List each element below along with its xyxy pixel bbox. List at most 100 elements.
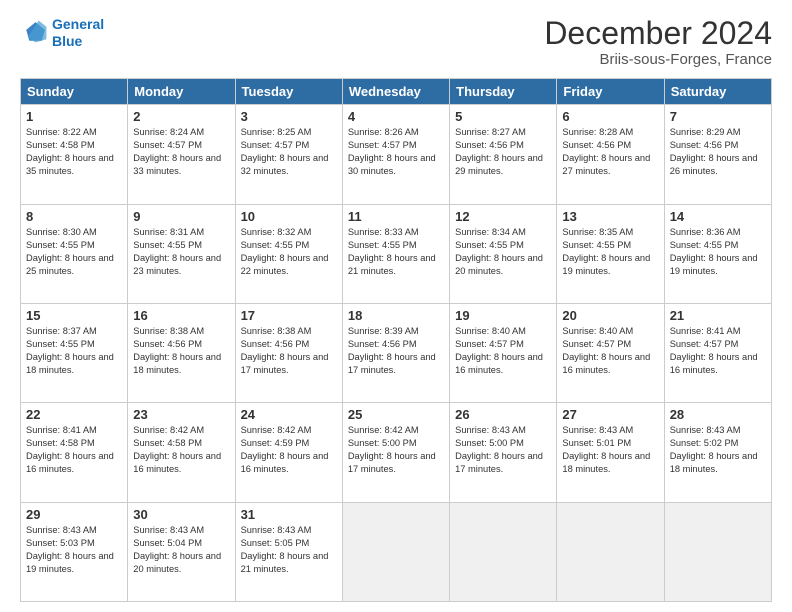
- day-info: Sunrise: 8:38 AMSunset: 4:56 PMDaylight:…: [241, 325, 337, 377]
- day-cell: 31 Sunrise: 8:43 AMSunset: 5:05 PMDayligh…: [235, 502, 342, 601]
- day-info: Sunrise: 8:43 AMSunset: 5:01 PMDaylight:…: [562, 424, 658, 476]
- week-row-1: 1 Sunrise: 8:22 AMSunset: 4:58 PMDaylight…: [21, 105, 772, 204]
- day-number: 1: [26, 109, 122, 124]
- day-cell: 14 Sunrise: 8:36 AMSunset: 4:55 PMDayligh…: [664, 204, 771, 303]
- day-cell: [557, 502, 664, 601]
- calendar-header-row: SundayMondayTuesdayWednesdayThursdayFrid…: [21, 79, 772, 105]
- day-info: Sunrise: 8:42 AMSunset: 4:59 PMDaylight:…: [241, 424, 337, 476]
- header: General Blue December 2024 Briis-sous-Fo…: [20, 16, 772, 68]
- day-number: 23: [133, 407, 229, 422]
- day-number: 25: [348, 407, 444, 422]
- day-info: Sunrise: 8:43 AMSunset: 5:03 PMDaylight:…: [26, 524, 122, 576]
- day-info: Sunrise: 8:25 AMSunset: 4:57 PMDaylight:…: [241, 126, 337, 178]
- day-cell: [342, 502, 449, 601]
- day-number: 19: [455, 308, 551, 323]
- day-info: Sunrise: 8:32 AMSunset: 4:55 PMDaylight:…: [241, 226, 337, 278]
- day-cell: 4Sunrise: 8:26 AMSunset: 4:57 PMDaylight…: [342, 105, 449, 204]
- day-number: 21: [670, 308, 766, 323]
- week-row-2: 8Sunrise: 8:30 AMSunset: 4:55 PMDaylight…: [21, 204, 772, 303]
- day-number: 15: [26, 308, 122, 323]
- day-cell: 7 Sunrise: 8:29 AMSunset: 4:56 PMDaylight…: [664, 105, 771, 204]
- logo-blue: Blue: [52, 33, 104, 50]
- day-info: Sunrise: 8:41 AMSunset: 4:58 PMDaylight:…: [26, 424, 122, 476]
- day-cell: 20Sunrise: 8:40 AMSunset: 4:57 PMDayligh…: [557, 303, 664, 402]
- day-number: 30: [133, 507, 229, 522]
- day-number: 7: [670, 109, 766, 124]
- week-row-3: 15Sunrise: 8:37 AMSunset: 4:55 PMDayligh…: [21, 303, 772, 402]
- day-info: Sunrise: 8:27 AMSunset: 4:56 PMDaylight:…: [455, 126, 551, 178]
- day-number: 27: [562, 407, 658, 422]
- day-info: Sunrise: 8:43 AMSunset: 5:02 PMDaylight:…: [670, 424, 766, 476]
- day-number: 2: [133, 109, 229, 124]
- day-cell: [664, 502, 771, 601]
- day-cell: 10 Sunrise: 8:32 AMSunset: 4:55 PMDayligh…: [235, 204, 342, 303]
- logo-general: General: [52, 16, 104, 32]
- day-cell: 16 Sunrise: 8:38 AMSunset: 4:56 PMDayligh…: [128, 303, 235, 402]
- day-cell: 29 Sunrise: 8:43 AMSunset: 5:03 PMDayligh…: [21, 502, 128, 601]
- day-cell: 5Sunrise: 8:27 AMSunset: 4:56 PMDaylight…: [450, 105, 557, 204]
- day-number: 22: [26, 407, 122, 422]
- logo-text: General Blue: [52, 16, 104, 50]
- col-header-monday: Monday: [128, 79, 235, 105]
- day-number: 8: [26, 209, 122, 224]
- day-info: Sunrise: 8:22 AMSunset: 4:58 PMDaylight:…: [26, 126, 122, 178]
- day-number: 24: [241, 407, 337, 422]
- logo: General Blue: [20, 16, 104, 50]
- day-cell: 25 Sunrise: 8:42 AMSunset: 5:00 PMDayligh…: [342, 403, 449, 502]
- day-info: Sunrise: 8:40 AMSunset: 4:57 PMDaylight:…: [562, 325, 658, 377]
- day-cell: 23 Sunrise: 8:42 AMSunset: 4:58 PMDayligh…: [128, 403, 235, 502]
- day-info: Sunrise: 8:40 AMSunset: 4:57 PMDaylight:…: [455, 325, 551, 377]
- day-cell: 8Sunrise: 8:30 AMSunset: 4:55 PMDaylight…: [21, 204, 128, 303]
- day-cell: 6 Sunrise: 8:28 AMSunset: 4:56 PMDaylight…: [557, 105, 664, 204]
- day-cell: 15Sunrise: 8:37 AMSunset: 4:55 PMDayligh…: [21, 303, 128, 402]
- day-number: 29: [26, 507, 122, 522]
- col-header-thursday: Thursday: [450, 79, 557, 105]
- day-info: Sunrise: 8:39 AMSunset: 4:56 PMDaylight:…: [348, 325, 444, 377]
- day-cell: 12 Sunrise: 8:34 AMSunset: 4:55 PMDayligh…: [450, 204, 557, 303]
- day-info: Sunrise: 8:38 AMSunset: 4:56 PMDaylight:…: [133, 325, 229, 377]
- day-info: Sunrise: 8:28 AMSunset: 4:56 PMDaylight:…: [562, 126, 658, 178]
- day-number: 14: [670, 209, 766, 224]
- day-cell: 27 Sunrise: 8:43 AMSunset: 5:01 PMDayligh…: [557, 403, 664, 502]
- day-number: 31: [241, 507, 337, 522]
- day-cell: 21 Sunrise: 8:41 AMSunset: 4:57 PMDayligh…: [664, 303, 771, 402]
- day-number: 16: [133, 308, 229, 323]
- day-number: 28: [670, 407, 766, 422]
- col-header-sunday: Sunday: [21, 79, 128, 105]
- day-info: Sunrise: 8:42 AMSunset: 4:58 PMDaylight:…: [133, 424, 229, 476]
- col-header-friday: Friday: [557, 79, 664, 105]
- day-cell: 28 Sunrise: 8:43 AMSunset: 5:02 PMDayligh…: [664, 403, 771, 502]
- day-info: Sunrise: 8:36 AMSunset: 4:55 PMDaylight:…: [670, 226, 766, 278]
- day-info: Sunrise: 8:35 AMSunset: 4:55 PMDaylight:…: [562, 226, 658, 278]
- day-info: Sunrise: 8:43 AMSunset: 5:04 PMDaylight:…: [133, 524, 229, 576]
- logo-icon: [20, 19, 48, 47]
- day-info: Sunrise: 8:33 AMSunset: 4:55 PMDaylight:…: [348, 226, 444, 278]
- day-cell: 24 Sunrise: 8:42 AMSunset: 4:59 PMDayligh…: [235, 403, 342, 502]
- day-cell: 13Sunrise: 8:35 AMSunset: 4:55 PMDayligh…: [557, 204, 664, 303]
- title-block: December 2024 Briis-sous-Forges, France: [544, 16, 772, 68]
- day-cell: 11 Sunrise: 8:33 AMSunset: 4:55 PMDayligh…: [342, 204, 449, 303]
- day-info: Sunrise: 8:24 AMSunset: 4:57 PMDaylight:…: [133, 126, 229, 178]
- day-number: 10: [241, 209, 337, 224]
- week-row-4: 22 Sunrise: 8:41 AMSunset: 4:58 PMDayligh…: [21, 403, 772, 502]
- day-number: 11: [348, 209, 444, 224]
- day-info: Sunrise: 8:42 AMSunset: 5:00 PMDaylight:…: [348, 424, 444, 476]
- day-info: Sunrise: 8:31 AMSunset: 4:55 PMDaylight:…: [133, 226, 229, 278]
- day-info: Sunrise: 8:34 AMSunset: 4:55 PMDaylight:…: [455, 226, 551, 278]
- day-info: Sunrise: 8:41 AMSunset: 4:57 PMDaylight:…: [670, 325, 766, 377]
- day-cell: 2 Sunrise: 8:24 AMSunset: 4:57 PMDaylight…: [128, 105, 235, 204]
- day-number: 12: [455, 209, 551, 224]
- day-number: 3: [241, 109, 337, 124]
- day-info: Sunrise: 8:29 AMSunset: 4:56 PMDaylight:…: [670, 126, 766, 178]
- day-cell: 19 Sunrise: 8:40 AMSunset: 4:57 PMDayligh…: [450, 303, 557, 402]
- day-cell: 30 Sunrise: 8:43 AMSunset: 5:04 PMDayligh…: [128, 502, 235, 601]
- day-number: 18: [348, 308, 444, 323]
- day-number: 9: [133, 209, 229, 224]
- day-info: Sunrise: 8:43 AMSunset: 5:05 PMDaylight:…: [241, 524, 337, 576]
- col-header-wednesday: Wednesday: [342, 79, 449, 105]
- col-header-tuesday: Tuesday: [235, 79, 342, 105]
- day-cell: [450, 502, 557, 601]
- day-number: 17: [241, 308, 337, 323]
- day-info: Sunrise: 8:43 AMSunset: 5:00 PMDaylight:…: [455, 424, 551, 476]
- day-number: 6: [562, 109, 658, 124]
